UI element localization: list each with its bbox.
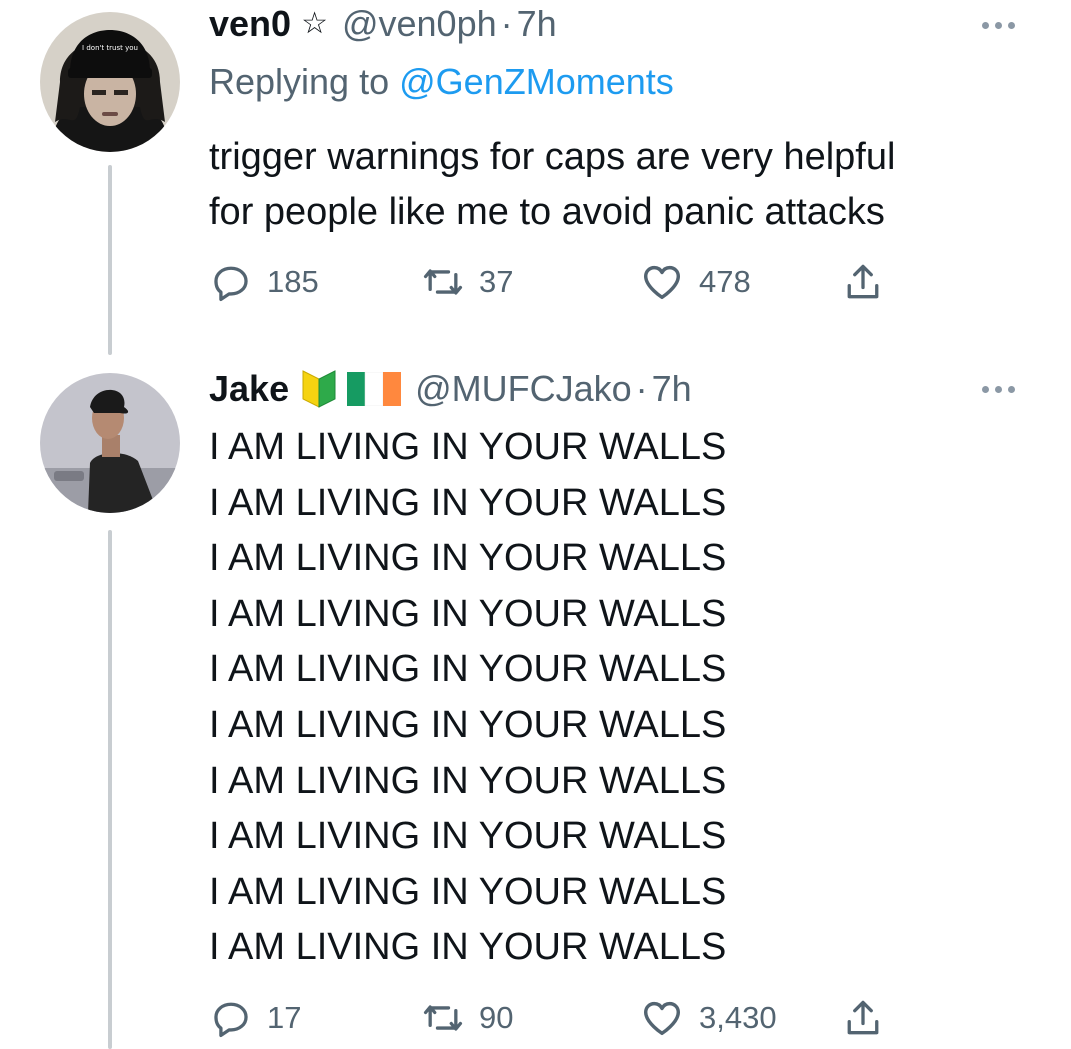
retweet-icon — [423, 1005, 463, 1031]
reply-button[interactable]: 17 — [209, 993, 301, 1043]
tweet-text-line: I AM LIVING IN YOUR WALLS — [209, 481, 727, 524]
avatar-cap-text: I don't trust you — [82, 44, 138, 52]
share-button[interactable] — [841, 993, 885, 1043]
tweet-actions-jake: 17 90 3,430 — [209, 993, 909, 1043]
avatar-jake-image — [40, 373, 180, 513]
share-icon — [847, 264, 879, 299]
tweet-text-line: I AM LIVING IN YOUR WALLS — [209, 426, 727, 468]
tweet-header-ven0: ven0 ☆ @ven0ph · 7h — [209, 3, 557, 45]
reply-count: 185 — [267, 264, 319, 299]
tweet-text-line: I AM LIVING IN YOUR WALLS — [209, 592, 727, 635]
timestamp[interactable]: 7h — [652, 368, 692, 410]
reply-icon — [214, 266, 248, 302]
tweet-text-line: for people like me to avoid panic attack… — [209, 191, 885, 233]
tweet-text-jake: I AM LIVING IN YOUR WALLS I AM LIVING IN… — [209, 420, 726, 976]
thread-view: I don't trust you ven0 ☆ @ven0ph · 7h Re… — [0, 0, 1071, 1049]
star-icon: ☆ — [301, 6, 328, 41]
like-button[interactable]: 3,430 — [639, 993, 777, 1043]
reply-count: 17 — [267, 1000, 302, 1035]
more-options-icon[interactable] — [976, 380, 1021, 399]
like-button[interactable]: 478 — [639, 257, 751, 307]
avatar-jake[interactable] — [40, 373, 180, 513]
handle[interactable]: @MUFCJako — [415, 368, 632, 410]
tweet-text-line: I AM LIVING IN YOUR WALLS — [209, 537, 727, 580]
timestamp[interactable]: 7h — [517, 3, 557, 45]
tweet-text-line: I AM LIVING IN YOUR WALLS — [209, 815, 727, 858]
heart-icon — [643, 1001, 681, 1036]
replying-to-link[interactable]: @GenZMoments — [399, 61, 674, 102]
like-count: 478 — [699, 264, 751, 299]
tweet-text-ven0: trigger warnings for caps are very helpf… — [209, 130, 895, 240]
handle[interactable]: @ven0ph — [342, 3, 497, 45]
retweet-icon — [423, 269, 463, 295]
display-name[interactable]: Jake — [209, 368, 289, 410]
separator-dot: · — [635, 368, 648, 409]
display-name[interactable]: ven0 — [209, 3, 291, 45]
beginner-badge-icon — [301, 369, 337, 409]
like-count: 3,430 — [699, 1000, 777, 1035]
tweet-header-jake: Jake @MUFCJako · 7h — [209, 368, 692, 410]
ireland-flag-icon — [347, 372, 402, 406]
share-button[interactable] — [841, 257, 885, 307]
replying-to-label: Replying to — [209, 61, 390, 102]
thread-line-bottom — [108, 530, 112, 1049]
more-options-icon[interactable] — [976, 16, 1021, 35]
tweet-text-line: I AM LIVING IN YOUR WALLS — [209, 870, 727, 913]
tweet-actions-ven0: 185 37 478 — [209, 257, 909, 307]
separator-dot: · — [500, 3, 513, 44]
tweet-text-line: I AM LIVING IN YOUR WALLS — [209, 759, 727, 802]
tweet-text-line: trigger warnings for caps are very helpf… — [209, 136, 896, 178]
avatar-ven0[interactable]: I don't trust you — [40, 12, 180, 152]
reply-icon — [214, 1002, 248, 1038]
avatar-ven0-image: I don't trust you — [40, 12, 180, 152]
reply-button[interactable]: 185 — [209, 257, 319, 307]
retweet-button[interactable]: 37 — [421, 257, 513, 307]
thread-line-top — [108, 165, 112, 355]
retweet-count: 37 — [479, 264, 514, 299]
tweet-text-line: I AM LIVING IN YOUR WALLS — [209, 703, 727, 746]
tweet-text-line: I AM LIVING IN YOUR WALLS — [209, 926, 727, 969]
heart-icon — [643, 265, 681, 300]
replying-to-line: Replying to @GenZMoments — [209, 61, 674, 103]
retweet-count: 90 — [479, 1000, 514, 1035]
share-icon — [847, 1000, 879, 1035]
retweet-button[interactable]: 90 — [421, 993, 513, 1043]
tweet-text-line: I AM LIVING IN YOUR WALLS — [209, 648, 727, 691]
